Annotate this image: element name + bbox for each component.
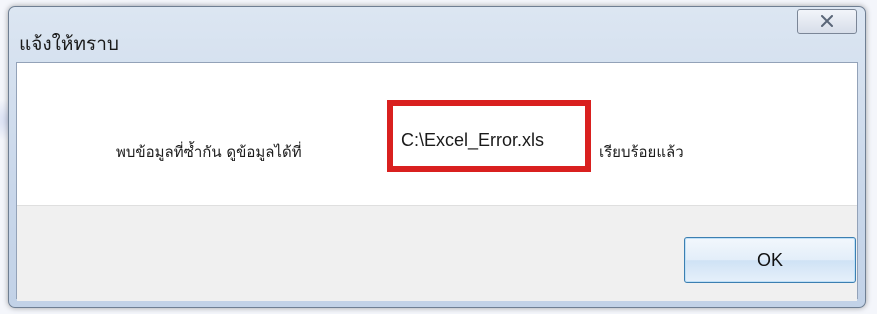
message-dialog: แจ้งให้ทราบ พบข้อมูลที่ซ้ำกัน ดูข้อมูลได… — [8, 6, 866, 308]
title-bar[interactable]: แจ้งให้ทราบ — [9, 7, 865, 62]
highlight-box: C:\Excel_Error.xls — [387, 100, 591, 172]
message-text-before: พบข้อมูลที่ซ้ำกัน ดูข้อมูลได้ที่ — [116, 143, 302, 161]
close-button[interactable] — [797, 9, 857, 34]
message-area: พบข้อมูลที่ซ้ำกัน ดูข้อมูลได้ที่ C:\Exce… — [17, 63, 857, 205]
message-text-after: เรียบร้อยแล้ว — [599, 143, 684, 161]
file-path-text: C:\Excel_Error.xls — [401, 130, 545, 150]
dialog-body: พบข้อมูลที่ซ้ำกัน ดูข้อมูลได้ที่ C:\Exce… — [16, 62, 858, 301]
button-bar: OK — [17, 205, 857, 301]
dialog-title: แจ้งให้ทราบ — [19, 33, 119, 55]
ok-button[interactable]: OK — [684, 237, 856, 283]
close-x-icon — [820, 12, 834, 31]
